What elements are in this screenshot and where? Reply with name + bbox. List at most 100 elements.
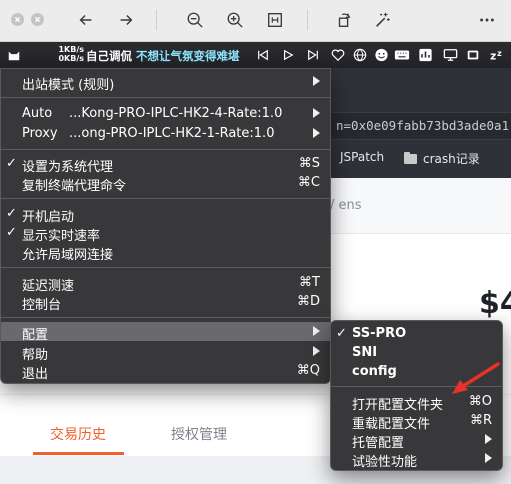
menu-item-set-system-proxy[interactable]: ✓ 设置为系统代理 ⌘S xyxy=(1,154,330,175)
menu-item-label: 试验性功能 xyxy=(352,455,418,470)
menu-item-quit[interactable]: 退出 ⌘Q xyxy=(1,361,330,382)
active-tab-indicator xyxy=(33,452,124,455)
next-track-icon[interactable] xyxy=(307,47,319,63)
annotation-arrow-icon xyxy=(452,362,500,394)
price-text: $4 xyxy=(479,286,511,321)
checkmark-icon: ✓ xyxy=(6,156,17,171)
close-icon[interactable] xyxy=(11,13,24,26)
tab-authorization[interactable]: 授权管理 xyxy=(171,424,227,444)
checkmark-icon: ✓ xyxy=(336,326,347,341)
submenu-arrow-icon xyxy=(485,434,492,444)
fit-page-icon[interactable] xyxy=(264,9,286,31)
menu-separator xyxy=(1,198,330,199)
submenu-arrow-icon xyxy=(313,108,320,118)
more-icon[interactable] xyxy=(476,9,498,31)
menu-item-help[interactable]: 帮助 xyxy=(1,342,330,363)
previous-track-icon[interactable] xyxy=(257,47,269,63)
dashboard-icon[interactable] xyxy=(418,47,433,63)
menu-item-outbound-mode[interactable]: 出站模式 (规则) xyxy=(1,72,330,93)
address-text[interactable]: n=0x0e09fabb73bd3ade0a1 xyxy=(336,118,509,133)
bookmark-label: JSPatch xyxy=(340,150,385,164)
clash-cat-icon[interactable] xyxy=(6,47,22,63)
menu-item-label: 退出 xyxy=(22,367,49,382)
magic-wand-icon[interactable] xyxy=(371,9,393,31)
keyboard-icon[interactable] xyxy=(394,47,410,63)
menu-item-label: Proxy xyxy=(22,126,58,141)
proxy-selection: ...Kong-PRO-IPLC-HK2-4-Rate:1.0 xyxy=(69,106,283,121)
heart-icon[interactable] xyxy=(331,47,345,63)
zoom-in-icon[interactable] xyxy=(224,9,246,31)
menu-item-label: 控制台 xyxy=(22,298,62,313)
back-arrow-icon[interactable] xyxy=(75,9,97,31)
bookmark-crash[interactable]: crash记录 xyxy=(404,150,480,167)
menu-item-label: 允许局域网连接 xyxy=(22,248,114,263)
play-icon[interactable] xyxy=(282,47,294,63)
checkmark-icon: ✓ xyxy=(6,206,17,221)
menu-item-label: config xyxy=(352,364,397,379)
shortcut: ⌘S xyxy=(298,156,320,171)
sleep-icon[interactable]: zz xyxy=(490,47,506,63)
menu-item-label: SS-PRO xyxy=(352,326,407,341)
submenu-arrow-icon xyxy=(313,128,320,138)
submenu-arrow-icon xyxy=(313,76,320,86)
monitor-icon[interactable] xyxy=(443,47,458,63)
rotate-icon[interactable] xyxy=(333,9,355,31)
menu-separator xyxy=(1,317,330,318)
proxy-selection: ...ong-PRO-IPLC-HK2-1-Rate:1.0 xyxy=(69,126,275,141)
clashx-menu: 出站模式 (规则) Auto ...Kong-PRO-IPLC-HK2-4-Ra… xyxy=(0,68,331,384)
tab-transaction-history[interactable]: 交易历史 xyxy=(50,424,106,444)
globe-icon[interactable] xyxy=(353,47,367,63)
menu-item-copy-terminal-cmd[interactable]: 复制终端代理命令 ⌘C xyxy=(1,173,330,194)
menu-item-latency-test[interactable]: 延迟测速 ⌘T xyxy=(1,273,330,294)
breadcrumb[interactable]: / ens xyxy=(330,198,362,213)
shortcut: ⌘R xyxy=(469,413,492,428)
shortcut: ⌘T xyxy=(299,275,320,290)
menu-item-label: 出站模式 (规则) xyxy=(22,78,115,93)
submenu-arrow-icon xyxy=(485,453,492,463)
menu-separator xyxy=(1,97,330,98)
bluetooth-icon[interactable] xyxy=(466,47,480,63)
menu-item-label: 复制终端代理命令 xyxy=(22,179,127,194)
menu-item-dashboard[interactable]: 控制台 ⌘D xyxy=(1,292,330,313)
menu-item-allow-lan[interactable]: 允许局域网连接 xyxy=(1,242,330,263)
menu-separator xyxy=(1,267,330,268)
menu-item-label: Auto xyxy=(22,106,53,121)
bookmark-label: crash记录 xyxy=(423,152,480,166)
system-menubar: 1KB/s 0KB/s 自己调侃 不想让气氛变得难堪 zz xyxy=(0,42,511,68)
svg-text:z: z xyxy=(497,49,502,58)
emoji-icon[interactable] xyxy=(374,47,389,63)
menu-separator xyxy=(1,149,330,150)
menu-item-launch-at-login[interactable]: ✓ 开机启动 xyxy=(1,204,330,225)
zoom-out-icon[interactable] xyxy=(184,9,206,31)
menu-item-proxy[interactable]: Proxy ...ong-PRO-IPLC-HK2-1-Rate:1.0 xyxy=(1,124,330,143)
checkmark-icon: ✓ xyxy=(6,225,17,240)
lyrics-ticker: 自己调侃 不想让气氛变得难堪 xyxy=(86,48,240,64)
shortcut: ⌘Q xyxy=(296,363,320,378)
lyrics-part-1: 自己调侃 xyxy=(86,49,137,63)
folder-icon xyxy=(404,151,417,164)
menu-item-reload-config[interactable]: 重载配置文件 ⌘R xyxy=(331,411,502,432)
menu-item-managed-config[interactable]: 托管配置 xyxy=(331,430,502,451)
download-speed: 0KB/s xyxy=(58,54,84,63)
svg-text:z: z xyxy=(490,50,496,62)
toolbar-divider xyxy=(307,10,308,30)
menu-item-proxy-auto[interactable]: Auto ...Kong-PRO-IPLC-HK2-4-Rate:1.0 xyxy=(1,104,330,123)
upload-speed: 1KB/s xyxy=(58,45,84,54)
network-speed: 1KB/s 0KB/s xyxy=(40,45,84,63)
viewer-toolbar xyxy=(0,0,511,42)
submenu-arrow-icon xyxy=(313,326,320,336)
forward-arrow-icon[interactable] xyxy=(115,9,137,31)
menu-item-label: SNI xyxy=(352,345,378,360)
menu-item-config[interactable]: 配置 xyxy=(1,322,330,343)
minimize-icon[interactable] xyxy=(31,13,44,26)
bookmark-jspatch[interactable]: JSPatch xyxy=(340,150,384,164)
menu-item-label: 配置 xyxy=(22,328,49,343)
lyrics-part-2: 不想让气氛变得难堪 xyxy=(136,49,240,63)
toolbar-divider xyxy=(156,10,157,30)
menu-item-show-speed[interactable]: ✓ 显示实时速率 xyxy=(1,223,330,244)
menu-item-profile-ss-pro[interactable]: ✓ SS-PRO xyxy=(331,324,502,343)
menu-item-experimental[interactable]: 试验性功能 xyxy=(331,449,502,470)
submenu-arrow-icon xyxy=(313,346,320,356)
shortcut: ⌘D xyxy=(296,294,320,309)
shortcut: ⌘C xyxy=(297,175,320,190)
